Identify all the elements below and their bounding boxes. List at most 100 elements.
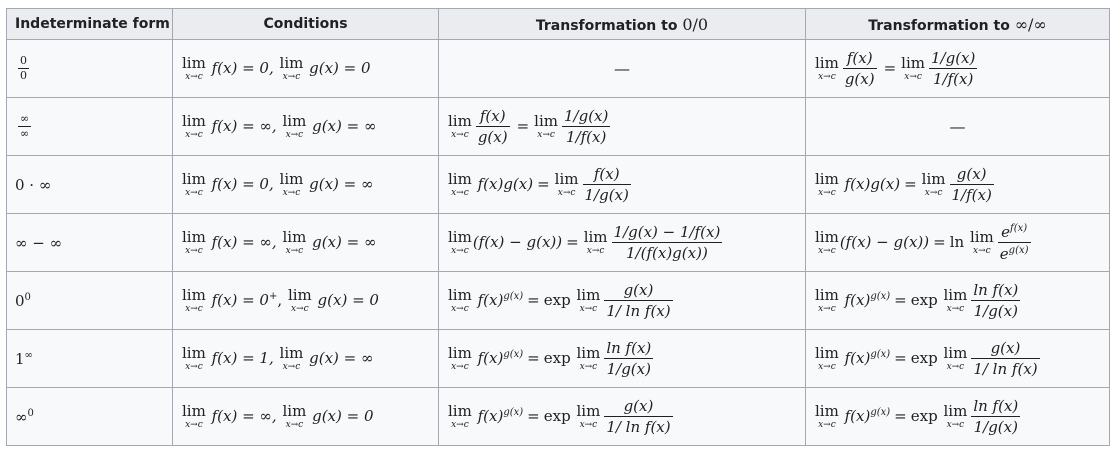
fraction: 1/g(x) 1/f(x) [562, 106, 611, 146]
lim-word: lim [815, 169, 839, 188]
math-term: g(x) = ∞ [312, 116, 377, 135]
math-term: g(x) [870, 407, 890, 418]
fraction-numerator: 1/g(x) [562, 106, 611, 127]
fraction: ef(x) eg(x) [997, 222, 1031, 263]
fraction-denominator: 1/ ln f(x) [604, 417, 672, 436]
lim-subscript: x→c [282, 71, 301, 82]
lim-word: lim [943, 401, 968, 420]
math-term: g(x) [844, 70, 875, 88]
lim-subscript: x→c [818, 71, 836, 82]
math-term: 1/g(x) [584, 186, 629, 204]
transformation-inf-cell: lim x→c f(x)g(x) = lim x→c g(x) 1/f(x) [805, 155, 1110, 214]
math-term: g(x) = 0 [309, 58, 371, 77]
math-term: exp [543, 348, 571, 367]
table-row: 00 lim x→c f(x) = 0, lim x→c g(x) = 0 — li… [6, 39, 1110, 98]
transformation-zero-cell: lim x→c f(x)g(x) = exp lim x→c g(x) 1/ ln f(x) [438, 387, 806, 446]
fraction-denominator: 1/f(x) [929, 69, 977, 88]
limit-operator: lim x→c [815, 229, 839, 256]
fraction: g(x) 1/ ln f(x) [971, 339, 1040, 378]
lim-word: lim [182, 401, 206, 420]
header-transformation-to-zero-over-zero: Transformation to 0/0 [438, 8, 806, 40]
header-conditions: Conditions [172, 8, 439, 40]
fraction-numerator: 0 [18, 54, 29, 69]
math-term: = [933, 232, 946, 251]
fraction-denominator: g(x) [843, 69, 877, 88]
math-term: f(x)g(x) [844, 174, 901, 193]
math-term: (f(x) − g(x)) [472, 232, 563, 251]
fraction-numerator: ef(x) [997, 222, 1031, 243]
limit-operator: lim x→c [815, 285, 839, 314]
math-term: g(x) = ∞ [309, 348, 374, 367]
fraction-numerator: 1/g(x) [929, 49, 978, 69]
fraction: ln f(x) 1/g(x) [971, 281, 1021, 320]
math-term: (f(x) − g(x)) [839, 232, 930, 251]
form-cell: ∞ ∞ [6, 97, 173, 156]
math-term: g(x) [623, 280, 654, 299]
lim-subscript: x→c [818, 361, 836, 372]
limit-operator: lim x→c [182, 285, 206, 314]
math-term: f(x) [477, 290, 504, 309]
math-term: f(x) [844, 348, 871, 367]
limit-operator: lim x→c [182, 171, 206, 198]
lim-word: lim [815, 285, 839, 304]
limit-operator: lim x→c [815, 169, 839, 198]
table-row: 00 lim x→c f(x) = 0+, lim x→c g(x) = 0 lim… [6, 271, 1110, 330]
lim-subscript: x→c [946, 361, 965, 372]
lim-word: lim [182, 285, 206, 304]
math-term: g(x) [503, 349, 523, 360]
math-term: f(x) [1010, 222, 1028, 234]
fraction-denominator: 1/g(x) [583, 185, 631, 204]
math-term: 1/ ln f(x) [606, 418, 671, 436]
math-term: g(x) [623, 396, 654, 415]
fraction: g(x) 1/ ln f(x) [604, 396, 673, 436]
conditions-cell: lim x→c f(x) = 1, lim x→c g(x) = ∞ [172, 329, 439, 388]
math-term: f(x) = 0, [211, 58, 274, 77]
limit-operator: lim x→c [584, 229, 608, 256]
limit-operator: lim x→c [815, 345, 839, 372]
math-term: = [527, 348, 540, 367]
transformation-inf-cell: lim x→c f(x) g(x) = lim x→c 1/g(x) 1/f(x) [805, 39, 1110, 98]
math-term: ∞ [15, 407, 28, 426]
header-indeterminate-form: Indeterminate form [6, 8, 173, 40]
lim-subscript: x→c [451, 187, 469, 198]
lim-word: lim [534, 111, 558, 130]
lim-subscript: x→c [946, 303, 965, 314]
math-term: 1/g(x) [564, 106, 609, 125]
lim-subscript: x→c [818, 303, 836, 314]
math-term: exp [910, 290, 938, 309]
lim-word: lim [969, 227, 994, 246]
lim-word: lim [576, 343, 601, 362]
limit-operator: lim x→c [182, 401, 206, 430]
math-term: f(x) = ∞, [211, 116, 277, 135]
lim-word: lim [287, 285, 312, 304]
lim-word: lim [943, 285, 968, 304]
math-term: = [527, 406, 540, 425]
fraction-numerator: ∞ [18, 112, 32, 127]
math-term: f(x) = 0 [211, 290, 269, 309]
lim-subscript: x→c [579, 419, 598, 430]
conditions-cell: lim x→c f(x) = 0+, lim x→c g(x) = 0 [172, 271, 439, 330]
transformation-zero-cell: lim x→c (f(x) − g(x)) = lim x→c 1/g(x) − 1/f(x… [438, 213, 806, 272]
math-term: 1/g(x) [973, 302, 1018, 320]
lim-subscript: x→c [579, 361, 598, 372]
lim-word: lim [279, 53, 304, 72]
math-term: f(x) [477, 406, 504, 425]
lim-word: lim [815, 401, 839, 420]
math-term: g(x) [870, 349, 890, 360]
limit-operator: lim x→c [943, 285, 968, 314]
math-term: ln f(x) [606, 338, 652, 357]
limit-operator: lim x→c [182, 343, 206, 372]
lim-word: lim [182, 343, 206, 362]
limit-operator: lim x→c [901, 55, 925, 82]
math-term: ln [949, 232, 965, 251]
math-term: = [527, 290, 540, 309]
math-term: = [904, 174, 917, 193]
fraction-denominator: 1/g(x) [604, 359, 653, 378]
limit-operator: lim x→c [182, 229, 206, 256]
table-row: ∞0 lim x→c f(x) = ∞, lim x→c g(x) = 0 lim x… [6, 387, 1110, 446]
lim-subscript: x→c [285, 245, 304, 256]
fraction-denominator: g(x) [476, 127, 510, 146]
limit-operator: lim x→c [943, 401, 968, 430]
table-row: ∞ − ∞ lim x→c f(x) = ∞, lim x→c g(x) = ∞ l… [6, 213, 1110, 272]
math-term: g(x) [477, 128, 508, 146]
